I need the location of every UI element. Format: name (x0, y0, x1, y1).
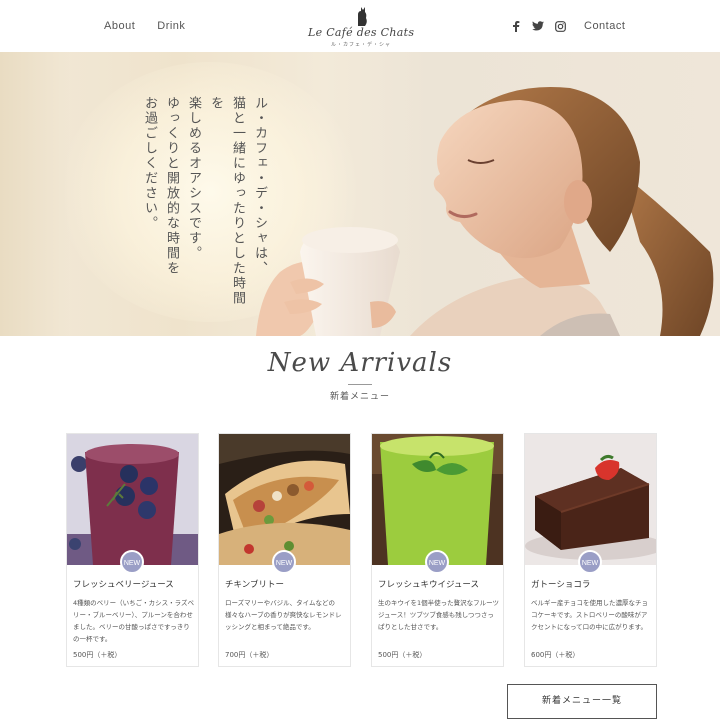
new-badge: NEW (578, 550, 602, 574)
new-badge: NEW (272, 550, 296, 574)
nav-contact[interactable]: Contact (584, 20, 625, 32)
site-logo[interactable]: Le Café des Chats ル・カフェ・デ・シャ (308, 6, 414, 48)
card-title: フレッシュベリージュース (73, 580, 174, 590)
card-description: 4種類のベリー（いちご・カシス・ラズベリー・ブルーベリー）、プルーンを合わせまし… (73, 599, 195, 643)
section-divider (348, 384, 372, 385)
card-description: ベルギー産チョコを使用した濃厚なチョコケーキです。ストロベリーの酸味がアクセント… (531, 599, 648, 631)
new-menu-list-button[interactable]: 新着メニュー一覧 (507, 684, 657, 719)
menu-card[interactable]: NEW チキンブリトー ローズマリーやバジル、タイムなどの様々なハーブの香りが爽… (218, 433, 351, 667)
menu-card[interactable]: NEW フレッシュキウイジュース 生のキウイを1個半使った贅沢なフルーツジュース… (371, 433, 504, 667)
facebook-icon[interactable] (508, 18, 524, 34)
hero-copy: ル・カフェ・デ・シャは、 猫と一緒にゆったりとした時間を 楽しめるオアシスです。… (142, 96, 267, 306)
site-header: About Drink Le Café des Chats ル・カフェ・デ・シャ… (0, 0, 720, 52)
gateau-chocolat-image (525, 434, 656, 565)
nav-drink[interactable]: Drink (157, 20, 185, 32)
instagram-icon[interactable] (552, 18, 568, 34)
menu-card[interactable]: NEW ガトーショコラ ベルギー産チョコを使用した濃厚なチョコケーキです。ストロ… (524, 433, 657, 667)
card-title: フレッシュキウイジュース (378, 580, 479, 590)
card-price: 700円（＋税） (225, 651, 274, 659)
cat-icon (358, 7, 367, 26)
logo-text: Le Café des Chats (308, 26, 415, 39)
card-title: ガトーショコラ (531, 580, 591, 590)
new-badge: NEW (425, 550, 449, 574)
berry-juice-image (67, 434, 198, 565)
section-subtitle: 新着メニュー (329, 392, 390, 402)
card-price: 500円（＋税） (378, 651, 427, 659)
card-description: ローズマリーやバジル、タイムなどの様々なハーブの香りが爽快なレモンドレッシングと… (225, 599, 342, 631)
kiwi-juice-image (372, 434, 503, 565)
main-nav: About Drink (104, 20, 185, 32)
twitter-icon[interactable] (530, 18, 546, 34)
header-right: Contact (508, 18, 625, 34)
card-title: チキンブリトー (225, 580, 284, 590)
card-description: 生のキウイを1個半使った贅沢なフルーツジュース！ツブツブ食感も残しつつさっぱりと… (378, 599, 500, 631)
nav-about[interactable]: About (104, 20, 135, 32)
menu-card[interactable]: NEW フレッシュベリージュース 4種類のベリー（いちご・カシス・ラズベリー・ブ… (66, 433, 199, 667)
card-price: 500円（＋税） (73, 651, 122, 659)
logo-subtitle: ル・カフェ・デ・シャ (330, 42, 391, 48)
chicken-burrito-image (219, 434, 350, 565)
hero-woman-image (256, 87, 714, 336)
card-price: 600円（＋税） (531, 651, 580, 659)
hero-banner: ル・カフェ・デ・シャは、 猫と一緒にゆったりとした時間を 楽しめるオアシスです。… (0, 52, 720, 336)
hero-window (0, 52, 70, 336)
section-title: New Arrivals (267, 348, 453, 378)
new-badge: NEW (120, 550, 144, 574)
